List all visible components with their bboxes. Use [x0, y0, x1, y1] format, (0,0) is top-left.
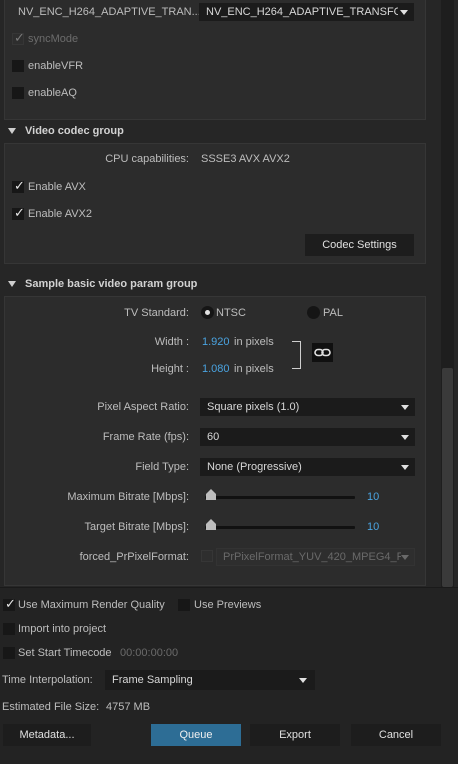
cpu-capabilities-value: SSSE3 AVX AVX2	[201, 153, 290, 165]
set-start-timecode-label: Set Start Timecode	[18, 647, 112, 659]
import-into-project-label: Import into project	[18, 623, 107, 635]
enable-avx2-checkbox[interactable]: ✓	[12, 205, 25, 220]
ntsc-radio[interactable]	[201, 306, 214, 319]
aspect-link-bracket	[292, 341, 301, 369]
enable-vfr-label: enableVFR	[28, 60, 84, 72]
enable-avx-checkbox[interactable]: ✓	[12, 178, 25, 193]
video-codec-group-header[interactable]: Video codec group	[0, 122, 430, 142]
slider-thumb-body	[206, 494, 216, 500]
chain-link-icon	[314, 348, 331, 357]
target-bitrate-value[interactable]: 10	[367, 521, 379, 533]
frame-rate-value: 60	[207, 431, 220, 443]
frame-rate-dropdown[interactable]: 60	[200, 428, 415, 446]
max-bitrate-value[interactable]: 10	[367, 491, 379, 503]
target-bitrate-label: Target Bitrate [Mbps]:	[84, 521, 189, 533]
checkmark-icon: ✓	[5, 596, 16, 611]
enable-aq-checkbox[interactable]	[12, 87, 24, 99]
radio-selected-dot	[205, 310, 210, 315]
chevron-down-icon	[401, 435, 409, 440]
pixel-aspect-dropdown[interactable]: Square pixels (1.0)	[200, 398, 415, 416]
collapse-triangle-icon	[8, 281, 16, 287]
forced-pixel-format-value: PrPixelFormat_YUV_420_MPEG4_FF	[223, 551, 401, 563]
chevron-down-icon	[299, 678, 307, 683]
use-previews-label: Use Previews	[194, 599, 262, 611]
pixel-aspect-label: Pixel Aspect Ratio:	[97, 401, 189, 413]
time-interpolation-dropdown[interactable]: Frame Sampling	[105, 670, 315, 690]
pixel-aspect-value: Square pixels (1.0)	[207, 401, 300, 413]
estimated-file-size-value: 4757 MB	[106, 701, 151, 713]
forced-pixel-format-label: forced_PrPixelFormat:	[79, 551, 189, 563]
field-type-dropdown[interactable]: None (Progressive)	[200, 458, 415, 476]
max-render-quality-checkbox[interactable]: ✓	[3, 596, 16, 611]
scrollbar-thumb[interactable]	[442, 368, 453, 587]
enable-avx2-label: Enable AVX2	[28, 208, 93, 220]
slider-thumb-body	[206, 524, 216, 530]
height-unit: in pixels	[234, 363, 274, 375]
width-label: Width :	[154, 336, 189, 348]
height-value[interactable]: 1.080	[202, 363, 230, 375]
export-button[interactable]: Export	[250, 724, 340, 746]
cpu-capabilities-label: CPU capabilities:	[105, 153, 189, 165]
chevron-down-icon	[401, 465, 409, 470]
width-unit: in pixels	[234, 336, 274, 348]
codec-profile-dropdown[interactable]: NV_ENC_H264_ADAPTIVE_TRANSFOR	[199, 3, 414, 21]
height-label: Height :	[151, 363, 189, 375]
chevron-down-icon	[401, 405, 409, 410]
width-value[interactable]: 1.920	[202, 336, 230, 348]
enable-aq-label: enableAQ	[28, 87, 77, 99]
max-render-quality-label: Use Maximum Render Quality	[18, 599, 165, 611]
tv-standard-label: TV Standard:	[124, 307, 189, 319]
sample-group-header[interactable]: Sample basic video param group	[0, 275, 430, 295]
enable-avx-label: Enable AVX	[28, 181, 86, 193]
checkmark-icon: ✓	[14, 205, 25, 220]
vertical-scrollbar[interactable]	[441, 0, 454, 587]
pal-label: PAL	[323, 307, 343, 319]
sample-group-title: Sample basic video param group	[25, 278, 198, 290]
field-type-label: Field Type:	[135, 461, 189, 473]
use-previews-checkbox[interactable]	[178, 599, 190, 611]
sync-mode-checkbox[interactable]: ✓	[12, 30, 25, 45]
start-timecode-value: 00:00:00:00	[120, 647, 179, 659]
estimated-file-size-label: Estimated File Size:	[2, 701, 100, 713]
chevron-down-icon	[400, 10, 408, 15]
max-bitrate-label: Maximum Bitrate [Mbps]:	[67, 491, 189, 503]
max-bitrate-slider[interactable]	[205, 496, 355, 499]
pal-radio[interactable]	[307, 306, 320, 319]
queue-button[interactable]: Queue	[151, 724, 241, 746]
export-footer: ✓ Use Maximum Render Quality Use Preview…	[0, 587, 458, 764]
import-into-project-checkbox[interactable]	[3, 623, 15, 635]
cancel-button[interactable]: Cancel	[351, 724, 441, 746]
time-interpolation-value: Frame Sampling	[112, 674, 193, 686]
export-settings-scroll-area[interactable]: NV_ENC_H264_ADAPTIVE_TRAN... NV_ENC_H264…	[0, 0, 458, 587]
target-bitrate-slider[interactable]	[205, 526, 355, 529]
metadata-button[interactable]: Metadata...	[3, 724, 91, 746]
chevron-down-icon	[401, 555, 409, 560]
checkmark-icon: ✓	[14, 30, 25, 45]
codec-profile-label: NV_ENC_H264_ADAPTIVE_TRAN...	[18, 6, 201, 18]
time-interpolation-label: Time Interpolation:	[2, 674, 93, 686]
forced-pixel-format-dropdown[interactable]: PrPixelFormat_YUV_420_MPEG4_FF	[216, 548, 415, 566]
sync-mode-label: syncMode	[28, 33, 79, 45]
ntsc-label: NTSC	[216, 307, 246, 319]
checkmark-icon: ✓	[14, 178, 25, 193]
codec-settings-button[interactable]: Codec Settings	[305, 234, 414, 256]
video-codec-group-title: Video codec group	[25, 125, 124, 137]
collapse-triangle-icon	[8, 128, 16, 134]
field-type-value: None (Progressive)	[207, 461, 302, 473]
constrain-proportions-button[interactable]	[312, 343, 333, 362]
codec-profile-value: NV_ENC_H264_ADAPTIVE_TRANSFOR	[206, 6, 398, 18]
set-start-timecode-checkbox[interactable]	[3, 647, 15, 659]
frame-rate-label: Frame Rate (fps):	[102, 431, 189, 443]
enable-vfr-checkbox[interactable]	[12, 60, 24, 72]
forced-pixel-format-checkbox[interactable]	[201, 550, 213, 562]
